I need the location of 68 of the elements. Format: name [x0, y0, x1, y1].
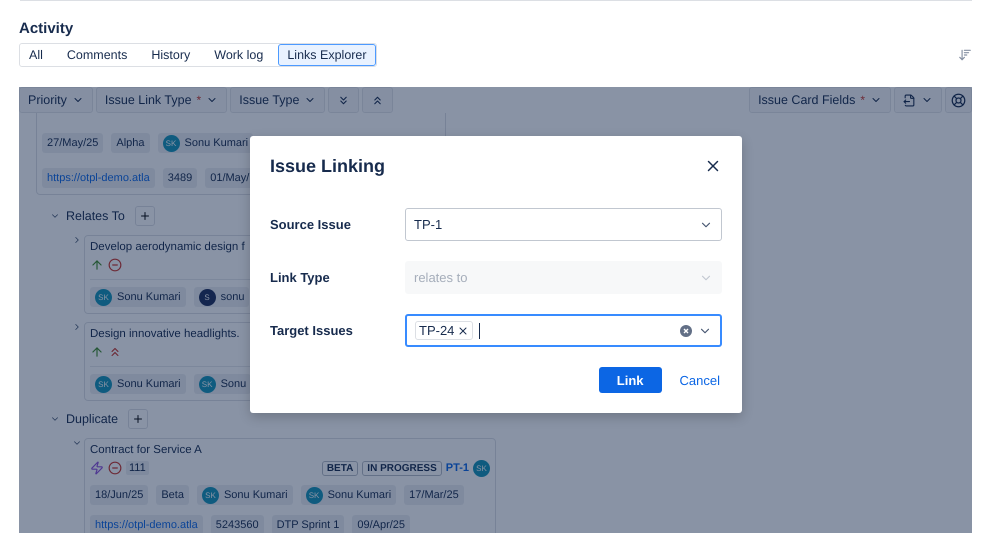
remove-icon[interactable] — [457, 324, 470, 336]
field-value: Beta — [156, 485, 189, 505]
user-avatar: SK — [198, 376, 216, 392]
issue-key-link[interactable]: PT-1 — [446, 462, 469, 474]
link-group-title: Relates To — [66, 209, 125, 223]
field-value: 18/Jun/25 — [90, 485, 148, 505]
user-avatar: SK — [473, 460, 490, 476]
collapse-all-button[interactable] — [362, 87, 394, 113]
export-button[interactable] — [894, 87, 942, 113]
cancel-button[interactable]: Cancel — [678, 372, 722, 388]
minus-circle-icon — [108, 461, 122, 475]
user-chip: SK Sonu Kumari — [158, 133, 254, 153]
sort-icon[interactable] — [958, 48, 972, 62]
issue-tag[interactable]: TP-24 — [415, 321, 474, 340]
url-link[interactable]: https://otpl-demo.atla — [42, 168, 155, 188]
field-label: Link Type — [270, 270, 331, 285]
field-value: 3489 — [162, 168, 198, 188]
filter-dropdown[interactable]: Issue Type — [230, 87, 326, 113]
file-export-icon — [903, 94, 916, 106]
user-chip: SK Sonu Kumari — [196, 485, 293, 505]
lifebuoy-icon — [951, 92, 966, 108]
filter-dropdown[interactable]: Issue Card Fields * — [749, 87, 891, 113]
tab[interactable]: Comments — [58, 44, 136, 66]
field-label: Source Issue — [270, 217, 352, 232]
tab[interactable]: Work log — [205, 44, 272, 66]
url-link[interactable]: https://otpl-demo.atla — [90, 515, 203, 533]
user-avatar: SK — [202, 486, 219, 504]
user-chip: S sonu — [194, 287, 250, 307]
user-avatar: S — [198, 288, 216, 306]
tab[interactable]: History — [142, 44, 200, 66]
clear-icon[interactable] — [680, 324, 692, 336]
select-field[interactable]: TP-1 — [405, 208, 722, 241]
filter-dropdown[interactable]: Issue Link Type * — [96, 87, 228, 113]
link-group-title: Duplicate — [66, 412, 118, 426]
user-avatar: SK — [162, 134, 180, 152]
user-chip: SK Sonu Kumari — [90, 374, 186, 394]
lightning-icon — [90, 461, 104, 475]
field-value: 09/Apr/25 — [352, 515, 410, 533]
user-chip: SK Sonu — [194, 374, 252, 394]
help-button[interactable] — [945, 87, 972, 113]
link-button[interactable]: Link — [598, 367, 662, 393]
dialog-title: Issue Linking — [270, 156, 386, 176]
user-avatar: SK — [95, 288, 112, 306]
multi-select-field[interactable]: TP-24 — [405, 314, 722, 347]
tab[interactable]: Links Explorer — [278, 44, 376, 66]
user-chip: SK Sonu Kumari — [300, 485, 396, 505]
issue-title[interactable]: Contract for Service A — [90, 442, 490, 458]
count-badge: 111 — [126, 461, 149, 475]
field-value: 17/Mar/25 — [404, 485, 464, 505]
field-label: Target Issues — [270, 323, 354, 338]
minus-circle-icon — [108, 258, 122, 272]
plus-icon — [138, 210, 151, 222]
plus-icon — [132, 413, 144, 425]
field-value: Alpha — [111, 133, 150, 153]
status-lozenge: IN PROGRESS — [362, 460, 442, 476]
field-value: 5243560 — [210, 515, 264, 533]
section-title: Activity — [19, 20, 74, 39]
user-avatar: SK — [306, 486, 323, 504]
field-value: 27/May/25 — [42, 133, 104, 153]
add-link-button[interactable] — [134, 206, 155, 226]
user-avatar: SK — [95, 376, 112, 392]
expand-all-button[interactable] — [328, 87, 360, 113]
status-lozenge: BETA — [322, 460, 358, 476]
user-chip: SK Sonu Kumari — [90, 287, 186, 307]
filter-dropdown[interactable]: Priority — [19, 87, 93, 113]
field-value: DTP Sprint 1 — [272, 515, 344, 533]
add-link-button[interactable] — [128, 409, 148, 429]
tab[interactable]: All — [20, 44, 52, 66]
